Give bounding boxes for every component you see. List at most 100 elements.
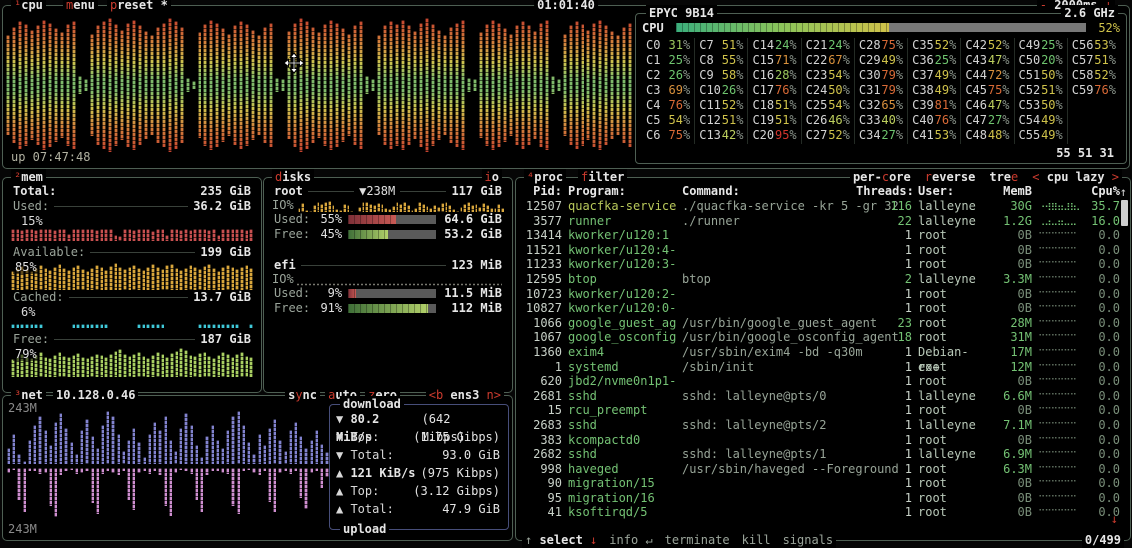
proc-table-row[interactable]: 12507quacfka-service./quacfka-service -k… bbox=[516, 199, 1130, 214]
proc-cpu-sparkline: ⠒⠒⠒⠒⠒⠒ bbox=[1038, 476, 1080, 491]
proc-table-row[interactable]: 2682sshdsshd: lalleyne@pts/11lalleyne6.9… bbox=[516, 447, 1130, 462]
proc-box: ⁴proc filter per-core reverse tree < cpu… bbox=[515, 177, 1131, 541]
proc-command: ./runner bbox=[682, 214, 878, 229]
proc-threads: 1 bbox=[884, 389, 912, 404]
proc-threads: 1 bbox=[884, 476, 912, 491]
interface-switcher[interactable]: <b ens3 n> bbox=[426, 387, 504, 403]
sort-column-switcher[interactable]: < cpu lazy > bbox=[1032, 169, 1119, 185]
header-threads[interactable]: Threads: bbox=[856, 183, 912, 199]
proc-table-row[interactable]: 2681sshdsshd: lalleyne@pts/01lalleyne6.6… bbox=[516, 389, 1130, 404]
sort-direction-arrow[interactable]: ↑ bbox=[1120, 185, 1127, 199]
core-column: C4925%C5020%C5150%C5251%C5350%C5449%C554… bbox=[1014, 38, 1067, 144]
kill-button[interactable]: kill bbox=[742, 533, 771, 548]
proc-table-row[interactable]: 95migration/161root0B⠒⠒⠒⠒⠒⠒0.0 bbox=[516, 491, 1130, 506]
net-stat-row: ▲ Top:(3.12 Gibps) bbox=[336, 482, 500, 500]
mem-available-label: Available: bbox=[13, 245, 85, 260]
proc-pid: 998 bbox=[518, 462, 562, 477]
proc-table-row[interactable]: 10827kworker/u120:0-e1root0B⠒⠒⠒⠒⠒⠒0.0 bbox=[516, 301, 1130, 316]
proc-table-row[interactable]: 13414kworker/u120:11root0B⠒⠒⠒⠒⠒⠒0.0 bbox=[516, 228, 1130, 243]
load-average: 55 51 31 bbox=[1054, 146, 1116, 160]
sync-button[interactable]: sync bbox=[285, 387, 320, 403]
core-cell: C4647% bbox=[965, 98, 1009, 113]
menu-button[interactable]: menu bbox=[63, 0, 98, 13]
proc-table-row[interactable]: 1066google_guest_ag/usr/bin/google_guest… bbox=[516, 316, 1130, 331]
select-control[interactable]: ↑ select ↓ bbox=[525, 533, 597, 548]
core-column: C1424%C1571%C1628%C1776%C1851%C1951%C209… bbox=[747, 38, 800, 144]
core-cell: C5449% bbox=[1019, 113, 1063, 128]
disks-box-title[interactable]: disks bbox=[272, 169, 314, 185]
proc-table-row[interactable]: 1systemd/sbin/init1root12M⠒⠒⠒⠒⠒⠒0.0 bbox=[516, 360, 1130, 375]
header-pid[interactable]: Pid: bbox=[518, 183, 562, 199]
filter-button[interactable]: filter bbox=[578, 169, 627, 185]
proc-mem: 31M bbox=[992, 330, 1032, 345]
header-mem[interactable]: MemB bbox=[992, 183, 1032, 199]
header-program[interactable]: Program: bbox=[568, 183, 676, 199]
proc-scrollbar-thumb[interactable] bbox=[1121, 200, 1128, 226]
proc-table-row[interactable]: 998haveged/usr/sbin/haveged --Foreground… bbox=[516, 462, 1130, 477]
proc-threads: 1 bbox=[884, 418, 912, 433]
scroll-down-hint[interactable]: ↓ bbox=[1111, 512, 1118, 526]
info-button[interactable]: info ↵ bbox=[609, 533, 652, 548]
proc-threads: 1 bbox=[884, 447, 912, 462]
proc-mem: 0B bbox=[992, 257, 1032, 272]
proc-pid: 41 bbox=[518, 505, 562, 520]
tree-button[interactable]: tree bbox=[989, 169, 1018, 185]
header-command[interactable]: Command: bbox=[682, 183, 878, 199]
proc-threads: 1 bbox=[884, 433, 912, 448]
proc-program: jbd2/nvme0n1p1-8 bbox=[568, 374, 676, 389]
header-user[interactable]: User: bbox=[918, 183, 986, 199]
proc-table-row[interactable]: 2683sshdsshd: lalleyne@pts/21lalleyne7.1… bbox=[516, 418, 1130, 433]
proc-user: root bbox=[918, 243, 986, 258]
terminate-button[interactable]: terminate bbox=[665, 533, 730, 548]
cpu-box: ¹cpu menu preset * 01:01:40 - 2000ms + u… bbox=[2, 5, 1130, 169]
cpu-box-title[interactable]: ¹cpu bbox=[11, 0, 46, 13]
proc-cpu-percent: 0.0 bbox=[1086, 330, 1120, 345]
proc-cpu-sparkline: ⠒⠒⠒⠒⠒⠒ bbox=[1038, 433, 1080, 448]
proc-box-title[interactable]: ⁴proc bbox=[524, 169, 566, 185]
signals-button[interactable]: signals bbox=[783, 533, 834, 548]
disk-root-row: root ▼238M 117 GiB bbox=[272, 184, 504, 199]
proc-table-row[interactable]: 11521kworker/u120:4-e1root0B⠒⠒⠒⠒⠒⠒0.0 bbox=[516, 243, 1130, 258]
disk-root-used-label: Used: bbox=[274, 212, 310, 227]
proc-user: lalleyne bbox=[918, 199, 986, 214]
mem-box: ²mem Total: 235 GiB Used: 36.2 GiB 15% A… bbox=[2, 177, 262, 393]
reverse-button[interactable]: reverse bbox=[925, 169, 976, 185]
proc-user: root bbox=[918, 330, 986, 345]
proc-table-row[interactable]: 10723kworker/u120:2-e1root0B⠒⠒⠒⠒⠒⠒0.0 bbox=[516, 287, 1130, 302]
proc-table-row[interactable]: 41ksoftirqd/51root0B⠒⠒⠒⠒⠒⠒0.0 bbox=[516, 505, 1130, 520]
proc-table-row[interactable]: 383kcompactd01root0B⠒⠒⠒⠒⠒⠒0.0 bbox=[516, 433, 1130, 448]
mem-box-title[interactable]: ²mem bbox=[11, 169, 46, 185]
proc-command bbox=[682, 228, 878, 243]
proc-table-row[interactable]: 15rcu_preempt1root0B⠒⠒⠒⠒⠒⠒0.0 bbox=[516, 403, 1130, 418]
proc-table-row[interactable]: 11233kworker/u120:3-e1root0B⠒⠒⠒⠒⠒⠒0.0 bbox=[516, 257, 1130, 272]
net-scale-top: 243M bbox=[8, 401, 37, 415]
proc-program: kcompactd0 bbox=[568, 433, 676, 448]
proc-threads: 1 bbox=[884, 228, 912, 243]
proc-cpu-percent: 0.0 bbox=[1086, 374, 1120, 389]
proc-table-row[interactable]: 90migration/151root0B⠒⠒⠒⠒⠒⠒0.0 bbox=[516, 476, 1130, 491]
btop-screen: { "colors":{ "background":"#000000","bor… bbox=[0, 0, 1132, 542]
mem-available-value: 199 GiB bbox=[200, 245, 251, 260]
header-cpu[interactable]: Cpu% bbox=[1086, 183, 1120, 199]
proc-table-row[interactable]: 1360exim4/usr/sbin/exim4 -bd -q30m1Debia… bbox=[516, 345, 1130, 360]
proc-mem: 0B bbox=[992, 505, 1032, 520]
proc-mem: 0B bbox=[992, 476, 1032, 491]
proc-table-row[interactable]: 3577runner./runner22lalleyne1.2G⢀⣠⣀⣤⣀⣀16… bbox=[516, 214, 1130, 229]
core-cell: C4727% bbox=[965, 113, 1009, 128]
proc-command bbox=[682, 301, 878, 316]
core-cell: C2949% bbox=[859, 53, 903, 68]
proc-program: sshd bbox=[568, 389, 676, 404]
proc-table-row[interactable]: 1067google_osconfig/usr/bin/google_oscon… bbox=[516, 330, 1130, 345]
core-cell: C855% bbox=[699, 53, 743, 68]
proc-table-row[interactable]: 620jbd2/nvme0n1p1-81root0B⠒⠒⠒⠒⠒⠒0.0 bbox=[516, 374, 1130, 389]
proc-cpu-sparkline: ⠒⠒⠒⠒⠒⠒ bbox=[1038, 403, 1080, 418]
proc-program: kworker/u120:1 bbox=[568, 228, 676, 243]
net-scale-bottom: 243M bbox=[8, 522, 37, 536]
preset-button[interactable]: preset * bbox=[107, 0, 171, 13]
disk-root-io-row: IO% bbox=[272, 199, 504, 212]
core-cell: C226% bbox=[646, 68, 690, 83]
io-mode-button[interactable]: io bbox=[482, 169, 502, 185]
proc-table-row[interactable]: 12595btopbtop2lalleyne3.3M⠒⠒⠒⠒⠒⠒0.0 bbox=[516, 272, 1130, 287]
proc-pid: 95 bbox=[518, 491, 562, 506]
core-cell: C2450% bbox=[806, 83, 850, 98]
